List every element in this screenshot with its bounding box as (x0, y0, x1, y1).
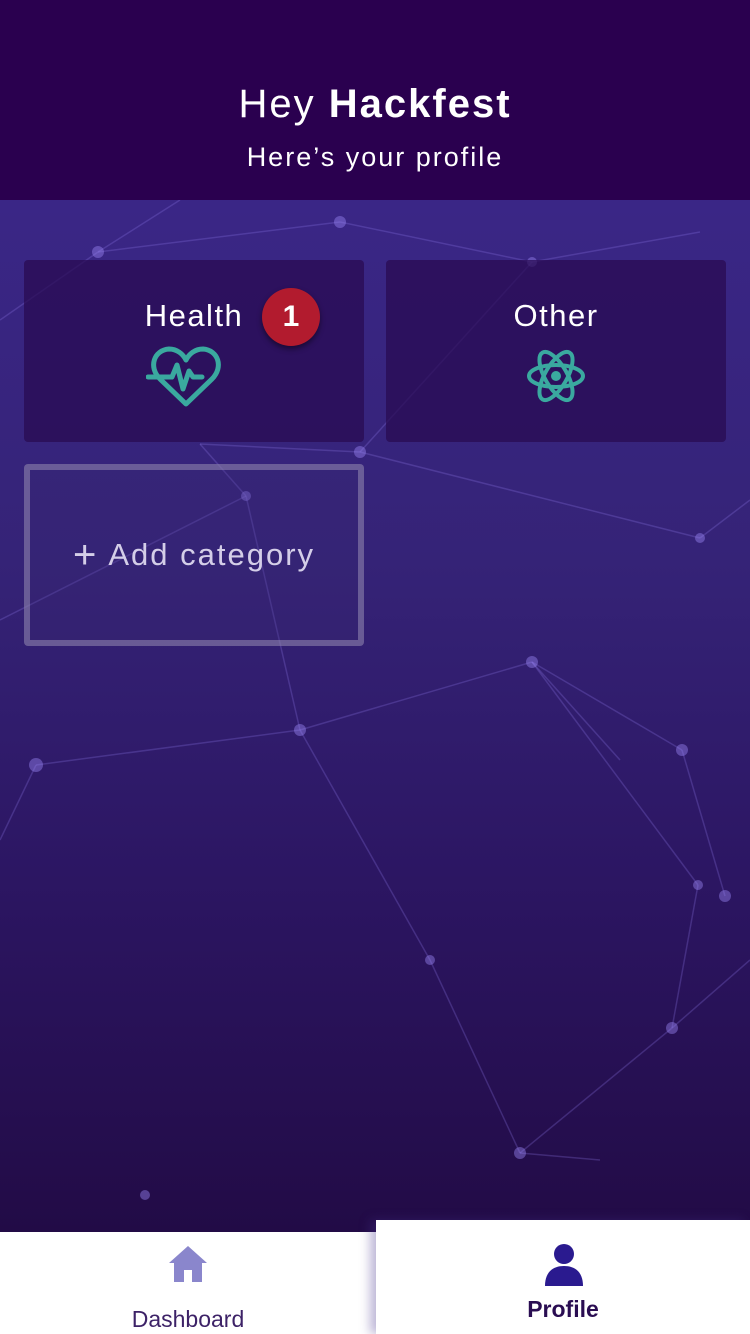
profile-header: Hey Hackfest Here’s your profile (0, 0, 750, 200)
tab-profile[interactable]: Profile (376, 1220, 750, 1334)
bottom-tab-bar: Dashboard Profile (0, 1220, 750, 1334)
tab-dashboard[interactable]: Dashboard (0, 1232, 376, 1334)
user-icon (545, 1244, 583, 1286)
notification-badge: 1 (262, 288, 320, 346)
heartbeat-icon (146, 346, 221, 407)
add-category-button[interactable]: + Add category (24, 464, 364, 646)
home-icon (169, 1246, 207, 1282)
page-subtitle: Here’s your profile (246, 142, 504, 172)
category-card-health[interactable]: Health 1 (24, 260, 364, 442)
category-card-other[interactable]: Other (386, 260, 726, 442)
greeting: Hey Hackfest (0, 82, 750, 127)
atom-icon (527, 349, 585, 403)
greeting-prefix: Hey (238, 82, 316, 126)
category-label-other: Other (513, 298, 599, 333)
add-category-label: Add category (108, 537, 316, 572)
user-name: Hackfest (328, 82, 512, 126)
plus-icon: + (72, 533, 99, 577)
tab-dashboard-label: Dashboard (131, 1306, 245, 1332)
tab-profile-label: Profile (527, 1296, 599, 1322)
